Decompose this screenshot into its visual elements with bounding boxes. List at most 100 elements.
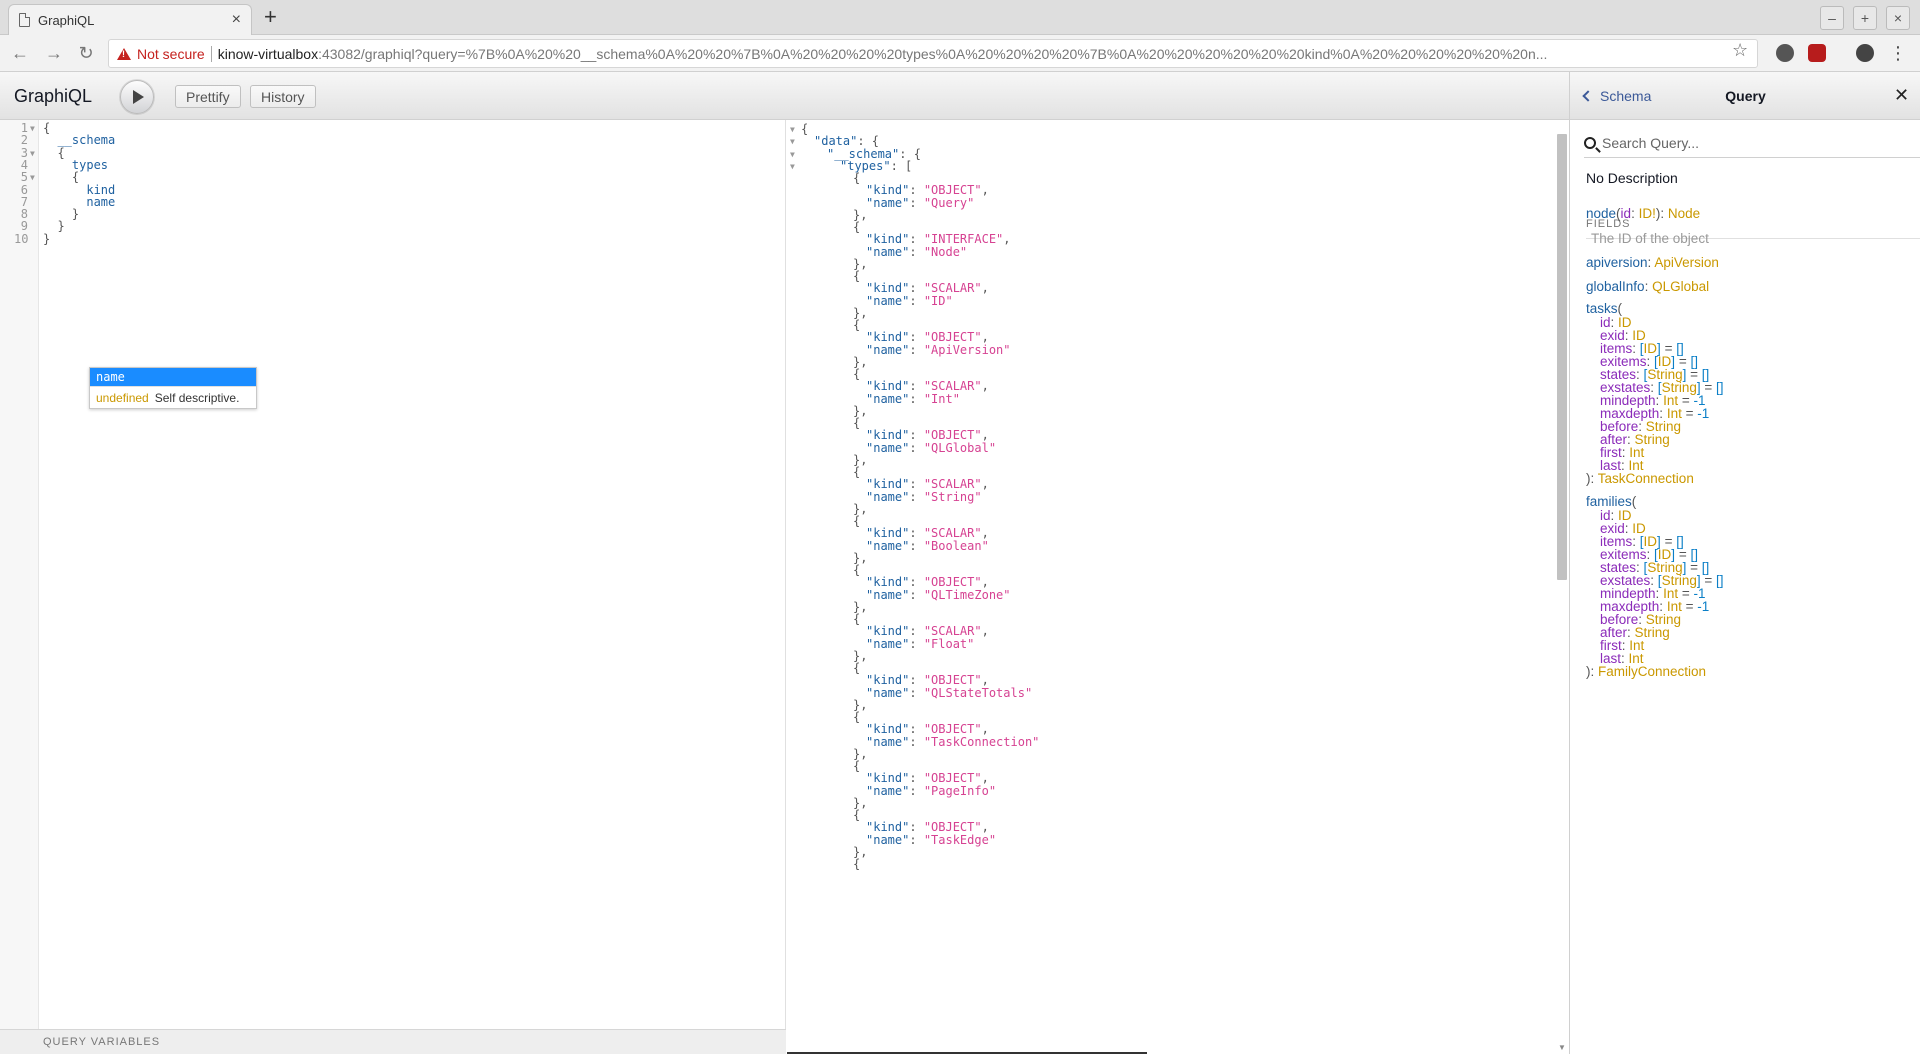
address-bar[interactable]: Not secure kinow-virtualbox:43082/graphi…: [108, 39, 1758, 68]
brace: }: [71, 207, 80, 222]
field-type[interactable]: TaskConnection: [1598, 471, 1694, 486]
browser-tab[interactable]: GraphiQL ×: [8, 4, 252, 35]
field-name-apiversion[interactable]: apiversion: [1586, 255, 1648, 270]
search-icon: [1584, 136, 1596, 149]
json-string: "TaskEdge": [923, 832, 997, 847]
ublock-shield-icon[interactable]: [1808, 44, 1826, 62]
url-path: :43082/graphiql?query=%7B%0A%20%20__sche…: [318, 45, 1548, 62]
field-families-return: ): FamilyConnection: [1586, 664, 1707, 679]
fold-arrow-icon[interactable]: ▼: [30, 121, 35, 136]
graphiql-title: GraphiQL: [14, 86, 93, 106]
brace: {: [853, 514, 861, 528]
field-name-tasks[interactable]: tasks: [1586, 301, 1618, 316]
minimize-icon[interactable]: –: [1820, 6, 1844, 30]
fold-arrow-icon[interactable]: ▼: [30, 170, 35, 185]
json-key: "name": [866, 195, 910, 210]
field-name-families[interactable]: families: [1586, 494, 1632, 509]
brace: {: [853, 269, 861, 283]
default-value: -1: [1697, 599, 1710, 614]
field-type[interactable]: ApiVersion: [1654, 255, 1719, 270]
json-line: {: [853, 416, 860, 431]
brace: {: [801, 122, 809, 136]
forward-arrow-icon[interactable]: →: [42, 41, 66, 65]
browser-toolbar: ← → ↻ Not secure kinow-virtualbox:43082/…: [0, 35, 1920, 72]
brace: {: [853, 710, 861, 724]
punct: :: [909, 538, 924, 553]
brace: {: [853, 367, 861, 381]
doc-explorer-header: Schema Query ✕: [1570, 72, 1920, 120]
execute-query-button[interactable]: [120, 80, 154, 114]
window-close-icon[interactable]: ×: [1886, 6, 1910, 30]
field-name-node[interactable]: node: [1586, 206, 1616, 221]
json-string: "QLGlobal": [923, 440, 997, 455]
punct: :: [909, 195, 924, 210]
json-line: "name": "QLStateTotals": [866, 686, 1032, 701]
brace: {: [853, 612, 861, 626]
json-line: "types": [: [840, 159, 912, 174]
menu-kebab-icon[interactable]: ⋮: [1886, 41, 1910, 65]
json-line: "name": "Float": [866, 637, 974, 652]
field-type[interactable]: Node: [1668, 206, 1700, 221]
tab-close-icon[interactable]: ×: [232, 11, 241, 29]
fold-arrow-icon[interactable]: ▼: [30, 146, 35, 161]
punct: :: [909, 342, 924, 357]
json-key: "name": [866, 440, 910, 455]
json-key: "name": [866, 636, 910, 651]
punct: :: [909, 244, 924, 259]
bookmark-star-icon[interactable]: ☆: [1732, 40, 1748, 61]
new-tab-button[interactable]: +: [264, 6, 277, 28]
punct: :: [909, 636, 924, 651]
doc-search[interactable]: [1584, 128, 1920, 158]
brace: {: [853, 416, 861, 430]
json-line: "name": "PageInfo": [866, 784, 996, 799]
field-tasks-return: ): TaskConnection: [1586, 471, 1694, 486]
json-key: "name": [866, 734, 910, 749]
close-icon[interactable]: ✕: [1894, 85, 1909, 106]
autocomplete-option[interactable]: name: [90, 368, 256, 386]
json-key: "name": [866, 538, 910, 553]
default-value: []: [1716, 573, 1724, 588]
json-string: "Node": [923, 244, 968, 259]
json-line: {: [853, 661, 860, 676]
tab-title: GraphiQL: [38, 12, 95, 28]
maximize-icon[interactable]: +: [1853, 6, 1877, 30]
json-line: {: [853, 759, 860, 774]
punct: =: [1681, 599, 1698, 614]
scroll-down-icon[interactable]: ▼: [1558, 1043, 1566, 1052]
reload-icon[interactable]: ↻: [74, 41, 98, 65]
browser-tab-bar: GraphiQL × + – + ×: [0, 0, 1920, 35]
extension-gear-icon[interactable]: [1776, 44, 1794, 62]
punct: ,: [981, 281, 989, 296]
back-arrow-icon[interactable]: ←: [8, 41, 32, 65]
brace: {: [853, 563, 861, 577]
arg-name: id: [1620, 206, 1632, 221]
prettify-button[interactable]: Prettify: [175, 85, 241, 108]
field-apiversion: apiversion: ApiVersion: [1586, 255, 1719, 270]
json-string: "Int": [923, 391, 960, 406]
json-line: {: [853, 563, 860, 578]
autocomplete-popup[interactable]: name undefined Self descriptive.: [89, 367, 257, 409]
hint-description: Self descriptive.: [154, 391, 240, 405]
field-name-globalinfo[interactable]: globalInfo: [1586, 279, 1645, 294]
query-variables-toggle[interactable]: QUERY VARIABLES: [0, 1029, 786, 1054]
punct: :: [909, 685, 924, 700]
query-editor[interactable]: 1 ▼{2 __schema 3 ▼ {4 types 5 ▼ {6 kind 7 name…: [0, 120, 786, 1054]
json-key: "name": [866, 293, 910, 308]
field-type[interactable]: FamilyConnection: [1598, 664, 1706, 679]
json-line: {: [853, 612, 860, 627]
json-line: {: [801, 122, 808, 137]
json-line: {: [853, 465, 860, 480]
field-type[interactable]: QLGlobal: [1652, 279, 1709, 294]
result-scrollbar[interactable]: [1557, 134, 1567, 580]
brace: }: [43, 231, 51, 246]
brace: {: [853, 759, 861, 773]
history-button[interactable]: History: [250, 85, 316, 108]
doc-search-input[interactable]: [1602, 134, 1892, 151]
fold-arrow-icon[interactable]: ▼: [790, 159, 795, 174]
type-description: No Description: [1586, 170, 1678, 186]
arg-type[interactable]: ID!: [1639, 206, 1656, 221]
punct: =: [1681, 406, 1698, 421]
account-avatar-icon[interactable]: [1856, 44, 1874, 62]
punct: :: [909, 832, 924, 847]
json-key: "types": [840, 158, 891, 173]
